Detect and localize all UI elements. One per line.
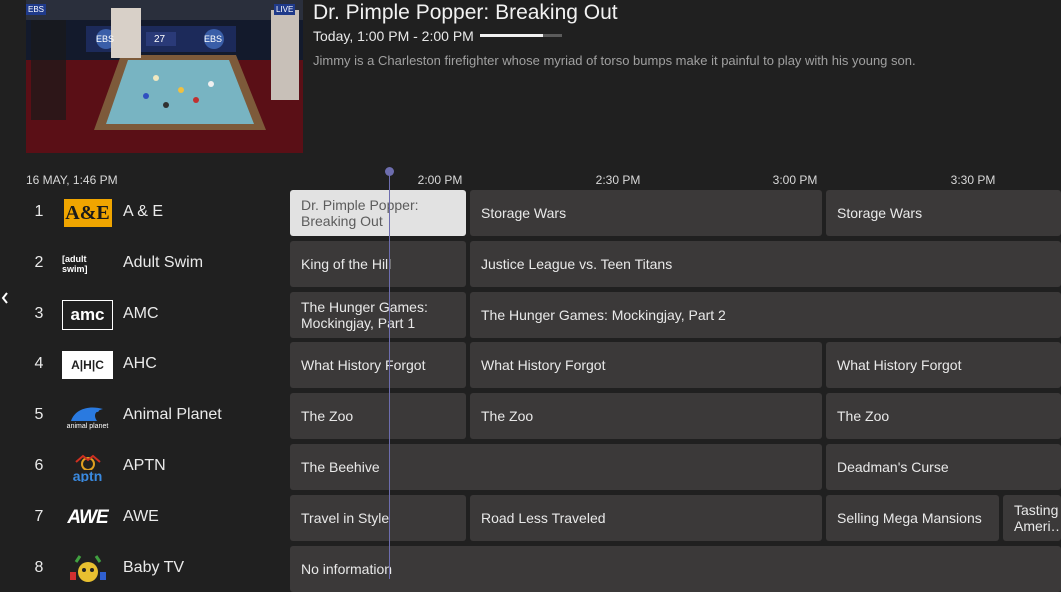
program-cell[interactable]: Storage Wars bbox=[826, 190, 1061, 236]
program-cell[interactable]: Selling Mega Mansions bbox=[826, 494, 999, 541]
program-cell[interactable]: The Zoo bbox=[290, 393, 466, 440]
channel-number: 1 bbox=[34, 203, 44, 220]
now-indicator-dot bbox=[385, 167, 394, 176]
awe-logo-icon: AWE bbox=[62, 503, 113, 533]
time-label: 3:30 PM bbox=[950, 173, 996, 187]
time-label: 2:00 PM bbox=[417, 173, 463, 187]
program-cell[interactable]: No information bbox=[290, 545, 1061, 592]
current-datetime: 16 MAY, 1:46 PM bbox=[26, 173, 118, 187]
amc-logo-text: amc bbox=[62, 299, 113, 330]
program-time: Today, 1:00 PM - 2:00 PM bbox=[313, 28, 474, 44]
aptn-logo-text: aptn bbox=[72, 468, 103, 482]
program-description: Jimmy is a Charleston firefighter whose … bbox=[313, 53, 916, 68]
program-progress-bar bbox=[480, 34, 562, 37]
program-cell[interactable]: What History Forgot bbox=[470, 342, 822, 389]
ahc-logo-text: A|H|C bbox=[62, 351, 113, 380]
program-cell[interactable]: The Hunger Games: Mockingjay, Part 1 bbox=[290, 291, 466, 338]
channel-badge: EBS bbox=[26, 4, 47, 15]
ae-logo-text: A&E bbox=[63, 199, 112, 227]
program-progress-fill bbox=[480, 34, 544, 37]
program-cell[interactable]: Deadman's Curse bbox=[826, 444, 1061, 490]
program-cell[interactable]: The Beehive bbox=[290, 444, 822, 490]
scoreboard-left: EBS bbox=[96, 34, 115, 44]
channel-name[interactable]: A & E bbox=[123, 203, 163, 221]
video-preview-image bbox=[26, 0, 303, 153]
adult-swim-logo-icon: [adult swim] bbox=[62, 249, 113, 279]
channel-number: 8 bbox=[34, 558, 44, 576]
channel-name[interactable]: Animal Planet bbox=[123, 406, 222, 424]
program-cell[interactable]: Storage Wars bbox=[470, 190, 822, 236]
channel-name[interactable]: AMC bbox=[123, 305, 159, 323]
program-cell[interactable]: The Zoo bbox=[826, 393, 1061, 440]
channel-number: 7 bbox=[34, 507, 44, 525]
scoreboard-score: 27 bbox=[154, 34, 166, 45]
live-badge: LIVE bbox=[274, 4, 296, 15]
video-preview[interactable]: EBS EBS 27 EBS LIVE bbox=[26, 0, 303, 153]
channel-name[interactable]: AHC bbox=[123, 355, 157, 373]
channel-name[interactable]: APTN bbox=[123, 457, 166, 475]
program-cell[interactable]: Road Less Traveled bbox=[470, 494, 822, 541]
program-cell[interactable]: What History Forgot bbox=[826, 342, 1061, 389]
channel-name[interactable]: AWE bbox=[123, 508, 159, 526]
scoreboard-right: EBS bbox=[204, 34, 223, 44]
ahc-logo-icon: A|H|C bbox=[62, 350, 113, 380]
channel-number: 3 bbox=[34, 304, 44, 322]
ae-logo-icon: A&E bbox=[62, 198, 113, 228]
program-cell[interactable]: Tasting Ameri… bbox=[1003, 494, 1061, 541]
program-cell[interactable]: The Hunger Games: Mockingjay, Part 2 bbox=[470, 291, 1061, 338]
program-cell-selected[interactable]: Dr. Pimple Popper: Breaking Out bbox=[290, 190, 466, 236]
channel-number: 6 bbox=[34, 457, 44, 474]
baby-tv-logo-icon bbox=[62, 554, 113, 584]
channel-name[interactable]: Baby TV bbox=[123, 559, 184, 577]
channel-number: 2 bbox=[34, 253, 44, 271]
time-label: 2:30 PM bbox=[595, 173, 641, 187]
program-cell[interactable]: The Zoo bbox=[470, 393, 822, 440]
amc-logo-icon: amc bbox=[62, 299, 113, 330]
animal-planet-logo-text: animal planet bbox=[66, 422, 109, 430]
chevron-left-icon[interactable] bbox=[0, 290, 12, 306]
program-cell[interactable]: Justice League vs. Teen Titans bbox=[470, 240, 1061, 287]
channel-name[interactable]: Adult Swim bbox=[123, 254, 203, 272]
time-label: 3:00 PM bbox=[772, 173, 818, 187]
animal-planet-logo-icon: animal planet bbox=[62, 401, 113, 431]
now-indicator-line bbox=[389, 172, 390, 579]
program-cell[interactable]: King of the Hill bbox=[290, 240, 466, 287]
program-title: Dr. Pimple Popper: Breaking Out bbox=[313, 1, 618, 24]
program-cell[interactable]: Travel in Style bbox=[290, 494, 466, 541]
awe-logo-text: AWE bbox=[67, 506, 108, 528]
program-cell[interactable]: What History Forgot bbox=[290, 342, 466, 389]
adult-swim-logo-text: [adult swim] bbox=[62, 253, 88, 274]
channel-number: 5 bbox=[34, 406, 44, 424]
aptn-logo-icon: aptn bbox=[62, 452, 113, 482]
channel-number: 4 bbox=[34, 355, 44, 373]
